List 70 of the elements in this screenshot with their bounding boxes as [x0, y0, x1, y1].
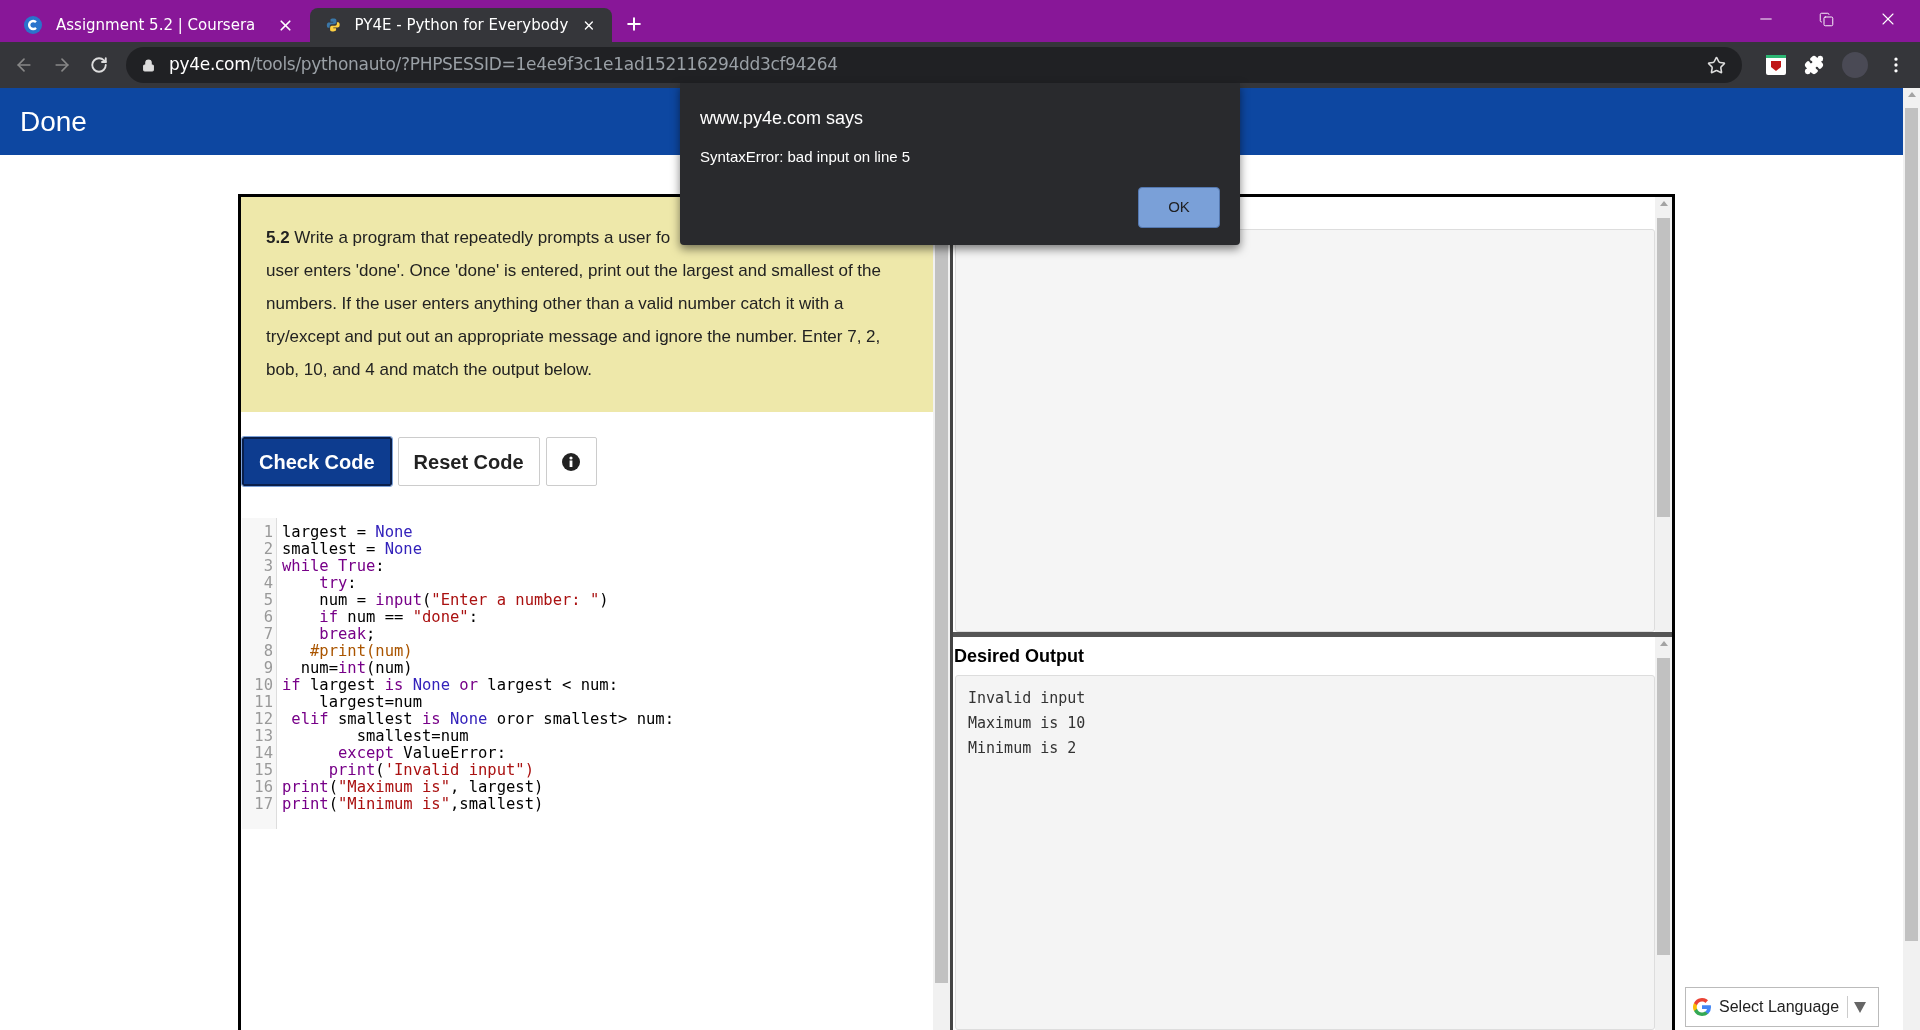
line-number: 17	[254, 796, 273, 813]
line-number: 7	[263, 626, 273, 643]
restore-icon[interactable]	[1819, 11, 1834, 27]
code-line: #print(num)	[309, 643, 413, 660]
instructions-text: 5.2 Write a program that repeatedly prompts a user fo	[266, 227, 671, 249]
code-line: print("Minimum is",smallest)	[282, 796, 544, 813]
line-number: 12	[254, 711, 273, 728]
tab-title: PY4E - Python for Everybody	[354, 14, 569, 36]
code-line: if num == "done":	[318, 609, 478, 626]
line-number: 6	[263, 609, 273, 626]
scrollbar[interactable]	[1655, 637, 1672, 1030]
ok-button[interactable]: OK	[1138, 186, 1220, 228]
line-number: 15	[254, 762, 273, 779]
line-number: 3	[263, 558, 273, 575]
browser-tab[interactable]: PY4E - Python for Everybody	[310, 8, 612, 42]
code-line: largest=num	[318, 694, 422, 711]
code-line: print('Invalid input")	[327, 762, 534, 779]
line-number: 13	[254, 728, 273, 745]
puzzle-icon[interactable]	[1804, 55, 1824, 75]
language-label: Select Language	[1719, 997, 1840, 1017]
code-line: largest = None	[282, 524, 413, 541]
language-select[interactable]: Select Language	[1685, 987, 1879, 1027]
snake-logo-icon	[326, 16, 341, 34]
address-bar[interactable]: py4e.com/tools/pythonauto/?PHPSESSID=1e4e9f3c1e1ad152116294dd3cf94264	[126, 47, 1742, 83]
info-button[interactable]	[545, 437, 597, 486]
line-number: 1	[263, 524, 273, 541]
line-number: 11	[254, 694, 273, 711]
code-line: if largest is None or largest < num:	[282, 677, 618, 694]
line-number: 8	[263, 643, 273, 660]
instructions-text: user enters 'done'. Once 'done' is entered, print out the largest and smallest of the numbers. If the user enters anything other than a valid number catch it with a try/except and put out an appropriate message and ignore the number. Enter 7, 2, bob, 10, and 4 and match the output below.	[266, 260, 882, 381]
dropdown-arrow-icon	[1854, 1001, 1867, 1013]
header-title: Done	[20, 104, 87, 139]
reload-icon[interactable]	[90, 56, 108, 74]
shield-icon[interactable]	[1766, 55, 1786, 75]
info-icon	[562, 452, 581, 471]
browser-tab[interactable]: Assignment 5.2 | Coursera	[8, 8, 310, 42]
lock-icon	[142, 58, 155, 72]
google-g-icon	[1691, 996, 1713, 1018]
line-number: 5	[263, 592, 273, 609]
code-line: num=int(num)	[299, 660, 413, 677]
code-line: smallest = None	[282, 541, 422, 558]
code-line: elif smallest is None oror smallest> num:	[290, 711, 674, 728]
code-line: try:	[318, 575, 357, 592]
output-line: Minimum is 2	[968, 738, 1077, 759]
code-line: print("Maximum is", largest)	[282, 779, 544, 796]
url-text: py4e.com/tools/pythonauto/?PHPSESSID=1e4e9f3c1e1ad152116294dd3cf94264	[169, 53, 838, 77]
code-line: num = input("Enter a number: ")	[318, 592, 609, 609]
line-number: 16	[254, 779, 273, 796]
dialog-message: SyntaxError: bad input on line 5	[700, 147, 911, 167]
line-number: 10	[254, 677, 273, 694]
tab-title: Assignment 5.2 | Coursera	[56, 14, 257, 36]
line-number: 9	[263, 660, 273, 677]
new-tab-icon[interactable]	[624, 14, 644, 34]
output-line: Invalid input	[968, 688, 1086, 709]
check-code-button[interactable]: Check Code	[242, 437, 392, 486]
line-number: 4	[263, 575, 273, 592]
dialog-title: www.py4e.com says	[700, 107, 864, 130]
line-number: 2	[263, 541, 273, 558]
code-line: break;	[318, 626, 376, 643]
reset-code-button[interactable]: Reset Code	[397, 437, 540, 486]
output-line: Maximum is 10	[968, 713, 1086, 734]
code-line: while True:	[282, 558, 385, 575]
section-heading: Desired Output	[954, 645, 1084, 668]
star-icon[interactable]	[1707, 55, 1726, 75]
code-line: except ValueError:	[337, 745, 506, 762]
line-number: 14	[254, 745, 273, 762]
scrollbar[interactable]	[1655, 197, 1672, 632]
c-logo-icon	[24, 16, 42, 34]
code-line: smallest=num	[355, 728, 469, 745]
scrollbar[interactable]	[1903, 88, 1920, 1030]
